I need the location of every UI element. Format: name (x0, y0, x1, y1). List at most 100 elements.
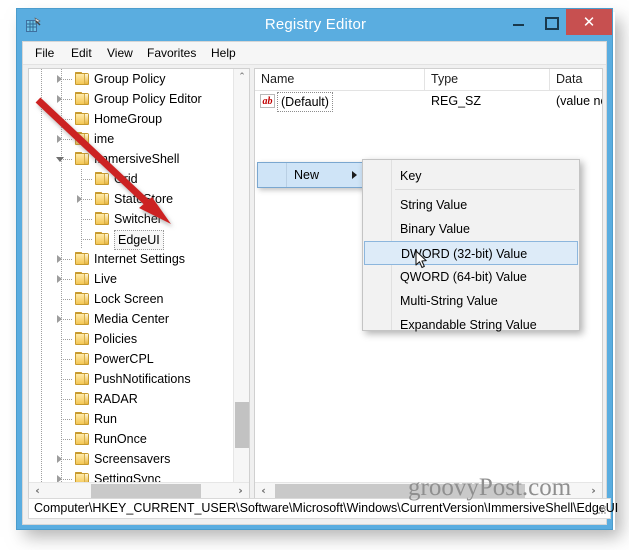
folder-icon (95, 232, 110, 246)
tree-item-label: Policies (94, 332, 138, 346)
folder-icon (75, 312, 90, 326)
expand-triangle-icon[interactable] (56, 135, 65, 144)
tree-guide-line (61, 229, 62, 249)
tree-item-pushnotifications[interactable]: PushNotifications (29, 369, 249, 389)
column-header-type[interactable]: Type (425, 69, 550, 90)
tree-item-ime[interactable]: ime (29, 129, 249, 149)
menu-favorites[interactable]: Favorites (141, 45, 202, 62)
tree-scroll-thumb[interactable] (235, 402, 249, 448)
tree-horizontal-scrollbar[interactable]: ‹ › (29, 482, 249, 498)
expand-triangle-icon[interactable] (56, 255, 65, 264)
list-column-headers: Name Type Data (255, 69, 602, 91)
folder-icon (75, 332, 90, 346)
close-button[interactable]: ✕ (566, 9, 612, 35)
tree-item-label: ImmersiveShell (94, 152, 180, 166)
status-bar: Computer\HKEY_CURRENT_USER\Software\Micr… (28, 498, 618, 519)
menu-view[interactable]: View (101, 45, 139, 62)
value-type-cell: REG_SZ (431, 94, 482, 108)
tree-item-screensavers[interactable]: Screensavers (29, 449, 249, 469)
tree-item-edgeui[interactable]: EdgeUI (29, 229, 249, 250)
folder-icon (75, 272, 90, 286)
tree-scroll-up-button[interactable]: ⌃ (234, 69, 249, 86)
tree-hscroll-left-button[interactable]: ‹ (29, 483, 46, 498)
column-header-name[interactable]: Name (255, 69, 425, 90)
collapse-triangle-icon[interactable] (56, 155, 65, 164)
tree-item-homegroup[interactable]: HomeGroup (29, 109, 249, 129)
folder-icon (75, 152, 90, 166)
submenu-item-qword-64-bit-value[interactable]: QWORD (64-bit) Value (364, 265, 578, 289)
list-hscroll-left-button[interactable]: ‹ (255, 483, 272, 498)
tree-vertical-scrollbar[interactable]: ⌃ ⌄ (233, 69, 249, 498)
tree-item-radar[interactable]: RADAR (29, 389, 249, 409)
expand-triangle-icon[interactable] (56, 275, 65, 284)
folder-icon (75, 92, 90, 106)
tree-item-switcher[interactable]: Switcher (29, 209, 249, 229)
submenu-item-expandable-string-value[interactable]: Expandable String Value (364, 313, 578, 337)
registry-tree-pane[interactable]: Group Policy Group Policy Editor HomeGroup… (28, 68, 250, 499)
maximize-button[interactable] (534, 9, 566, 35)
tree-item-policies[interactable]: Policies (29, 329, 249, 349)
context-menu-item-new[interactable]: New (257, 162, 367, 188)
folder-icon (95, 192, 110, 206)
tree-item-live[interactable]: Live (29, 269, 249, 289)
tree-item-statestore[interactable]: StateStore (29, 189, 249, 209)
menu-edit[interactable]: Edit (65, 45, 98, 62)
tree-item-grid[interactable]: Grid (29, 169, 249, 189)
expand-triangle-icon[interactable] (56, 95, 65, 104)
tree-item-run[interactable]: Run (29, 409, 249, 429)
column-header-data[interactable]: Data (550, 69, 602, 90)
folder-icon (75, 452, 90, 466)
tree-guide-line (41, 449, 42, 469)
list-hscroll-thumb[interactable] (275, 484, 525, 498)
tree-guide-line (41, 209, 42, 229)
expand-triangle-icon[interactable] (56, 115, 65, 124)
tree-hscroll-thumb[interactable] (91, 484, 201, 498)
tree-item-group-policy-editor[interactable]: Group Policy Editor (29, 89, 249, 109)
tree-guide-line (41, 69, 42, 89)
expand-triangle-icon[interactable] (76, 195, 85, 204)
submenu-item-label: Key (400, 169, 422, 183)
new-submenu[interactable]: Key String Value Binary Value DWORD (32-bit… (362, 159, 580, 332)
tree-item-label: Switcher (114, 212, 162, 226)
tree-item-powercpl[interactable]: PowerCPL (29, 349, 249, 369)
tree-item-label: PowerCPL (94, 352, 154, 366)
submenu-item-dword-32-bit-value[interactable]: DWORD (32-bit) Value (364, 241, 578, 265)
tree-item-label: RunOnce (94, 432, 147, 446)
tree-item-runonce[interactable]: RunOnce (29, 429, 249, 449)
tree-item-immersiveshell[interactable]: ImmersiveShell (29, 149, 249, 169)
tree-item-label: Grid (114, 172, 138, 186)
submenu-item-multi-string-value[interactable]: Multi-String Value (364, 289, 578, 313)
expand-triangle-icon[interactable] (56, 75, 65, 84)
title-bar[interactable]: Registry Editor ✕ (17, 9, 612, 41)
tree-hscroll-right-button[interactable]: › (232, 483, 249, 498)
minimize-button[interactable] (502, 9, 534, 35)
submenu-item-string-value[interactable]: String Value (364, 193, 578, 217)
tree-guide-line (41, 349, 42, 369)
tree-guide-line (41, 109, 42, 129)
list-hscroll-right-button[interactable]: › (585, 483, 602, 498)
tree-guide-tick (61, 299, 72, 300)
menu-help[interactable]: Help (205, 45, 242, 62)
close-icon: ✕ (582, 13, 596, 31)
tree-item-group-policy[interactable]: Group Policy (29, 69, 249, 89)
list-horizontal-scrollbar[interactable]: ‹ › (255, 482, 602, 498)
folder-icon (95, 172, 110, 186)
folder-icon (75, 72, 90, 86)
tree-item-lock-screen[interactable]: Lock Screen (29, 289, 249, 309)
submenu-item-binary-value[interactable]: Binary Value (364, 217, 578, 241)
tree-item-internet-settings[interactable]: Internet Settings (29, 249, 249, 269)
folder-icon (75, 112, 90, 126)
tree-item-label: Group Policy (94, 72, 166, 86)
tree-guide-line (61, 169, 62, 189)
tree-guide-line (61, 209, 62, 229)
expand-triangle-icon[interactable] (56, 315, 65, 324)
tree-item-media-center[interactable]: Media Center (29, 309, 249, 329)
menu-file[interactable]: File (29, 45, 60, 62)
table-row[interactable]: ab (Default) REG_SZ (value not s (255, 91, 602, 112)
tree-item-label: Run (94, 412, 117, 426)
submenu-item-key[interactable]: Key (364, 164, 578, 188)
tree-item-label: EdgeUI (114, 230, 164, 250)
submenu-separator (395, 189, 575, 190)
tree-guide-tick (61, 339, 72, 340)
expand-triangle-icon[interactable] (56, 455, 65, 464)
